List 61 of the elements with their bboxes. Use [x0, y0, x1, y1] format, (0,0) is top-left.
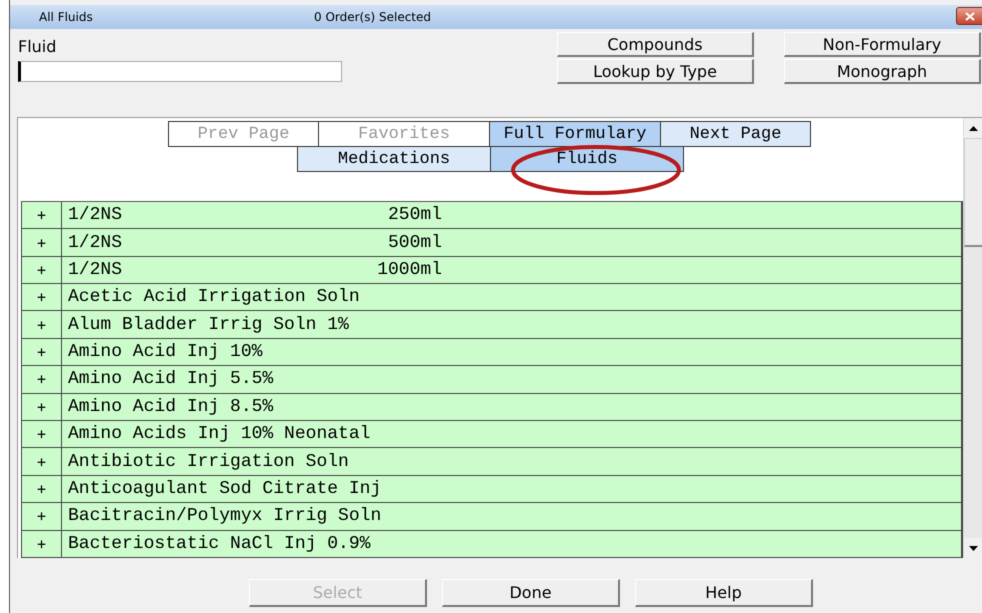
- fluid-name: 1/2NS: [68, 205, 122, 226]
- fluid-name: Alum Bladder Irrig Soln 1%: [68, 314, 349, 335]
- dialog-button[interactable]: Help: [635, 579, 813, 607]
- selection-status: 0 Order(s) Selected: [314, 10, 431, 24]
- fluid-name: Amino Acid Inj 10%: [68, 342, 262, 362]
- fluid-name: Amino Acid Inj 8.5%: [68, 396, 274, 417]
- scroll-up-arrow-icon[interactable]: [969, 126, 978, 130]
- toolbar-button[interactable]: Non-Formulary: [784, 32, 981, 57]
- fluid-volume: 250ml: [387, 205, 442, 226]
- list-row[interactable]: + 1/2NS 250ml: [21, 202, 963, 230]
- tab[interactable]: Medications: [297, 146, 491, 172]
- toolbar-button[interactable]: Compounds: [557, 32, 754, 57]
- close-button[interactable]: [956, 7, 982, 25]
- expand-button[interactable]: +: [22, 530, 62, 557]
- scrollbar[interactable]: [963, 118, 982, 558]
- list-row[interactable]: + Antibiotic Irrigation Soln: [21, 448, 963, 476]
- tab[interactable]: Next Page: [660, 121, 811, 147]
- fluid-input-field[interactable]: [18, 61, 342, 82]
- expand-button[interactable]: +: [22, 503, 62, 530]
- expand-button[interactable]: +: [22, 366, 62, 393]
- expand-button[interactable]: +: [22, 394, 62, 420]
- expand-button[interactable]: +: [22, 338, 62, 366]
- toolbar-button[interactable]: Monograph: [784, 59, 981, 84]
- expand-button[interactable]: +: [22, 311, 62, 338]
- list-row[interactable]: + Bacitracin/Polymyx Irrig Soln: [21, 503, 963, 531]
- fluid-name: Amino Acid Inj 5.5%: [68, 369, 274, 390]
- list-row[interactable]: + Bacteriostatic NaCl Inj 0.9%: [21, 530, 963, 558]
- list-row[interactable]: + Acetic Acid Irrigation Soln: [21, 284, 963, 312]
- toolbar-button[interactable]: Lookup by Type: [557, 59, 754, 84]
- dialog-button[interactable]: Done: [442, 579, 620, 607]
- expand-button[interactable]: +: [22, 421, 62, 448]
- fluid-name: Acetic Acid Irrigation Soln: [68, 287, 360, 308]
- list-row[interactable]: + Alum Bladder Irrig Soln 1%: [21, 311, 963, 339]
- close-icon: [965, 12, 975, 20]
- fluid-volume: 500ml: [387, 232, 442, 252]
- fluid-name: Antibiotic Irrigation Soln: [68, 452, 349, 472]
- window-title: All Fluids: [39, 10, 93, 24]
- scroll-thumb[interactable]: [964, 138, 982, 247]
- expand-button[interactable]: +: [22, 476, 62, 502]
- list-row[interactable]: + Amino Acids Inj 10% Neonatal: [21, 421, 963, 448]
- fluid-name: 1/2NS: [68, 260, 122, 280]
- list-row[interactable]: + Amino Acid Inj 10%: [21, 338, 963, 366]
- fluid-name: Anticoagulant Sod Citrate Inj: [68, 479, 382, 500]
- expand-button[interactable]: +: [22, 448, 62, 475]
- list-row[interactable]: + Amino Acid Inj 8.5%: [21, 394, 963, 422]
- fluid-volume: 1000ml: [376, 260, 442, 280]
- fluid-name: Bacitracin/Polymyx Irrig Soln: [68, 506, 382, 526]
- fluid-name: 1/2NS: [68, 232, 122, 252]
- list-row[interactable]: + Anticoagulant Sod Citrate Inj: [21, 476, 963, 504]
- list-row[interactable]: + Amino Acid Inj 5.5%: [21, 366, 963, 394]
- expand-button[interactable]: +: [22, 229, 62, 256]
- fluid-name: Bacteriostatic NaCl Inj 0.9%: [68, 534, 370, 554]
- fluid-name: Amino Acids Inj 10% Neonatal: [68, 424, 370, 444]
- list-row[interactable]: + 1/2NS 500ml: [21, 229, 963, 257]
- scroll-down-arrow-icon[interactable]: [969, 546, 978, 550]
- list-row[interactable]: + 1/2NS 1000ml: [21, 256, 963, 284]
- tab[interactable]: Full Formulary: [489, 121, 661, 147]
- expand-button[interactable]: +: [22, 256, 62, 284]
- field-label: Fluid: [18, 37, 58, 56]
- expand-button[interactable]: +: [22, 284, 62, 310]
- expand-button[interactable]: +: [22, 202, 62, 228]
